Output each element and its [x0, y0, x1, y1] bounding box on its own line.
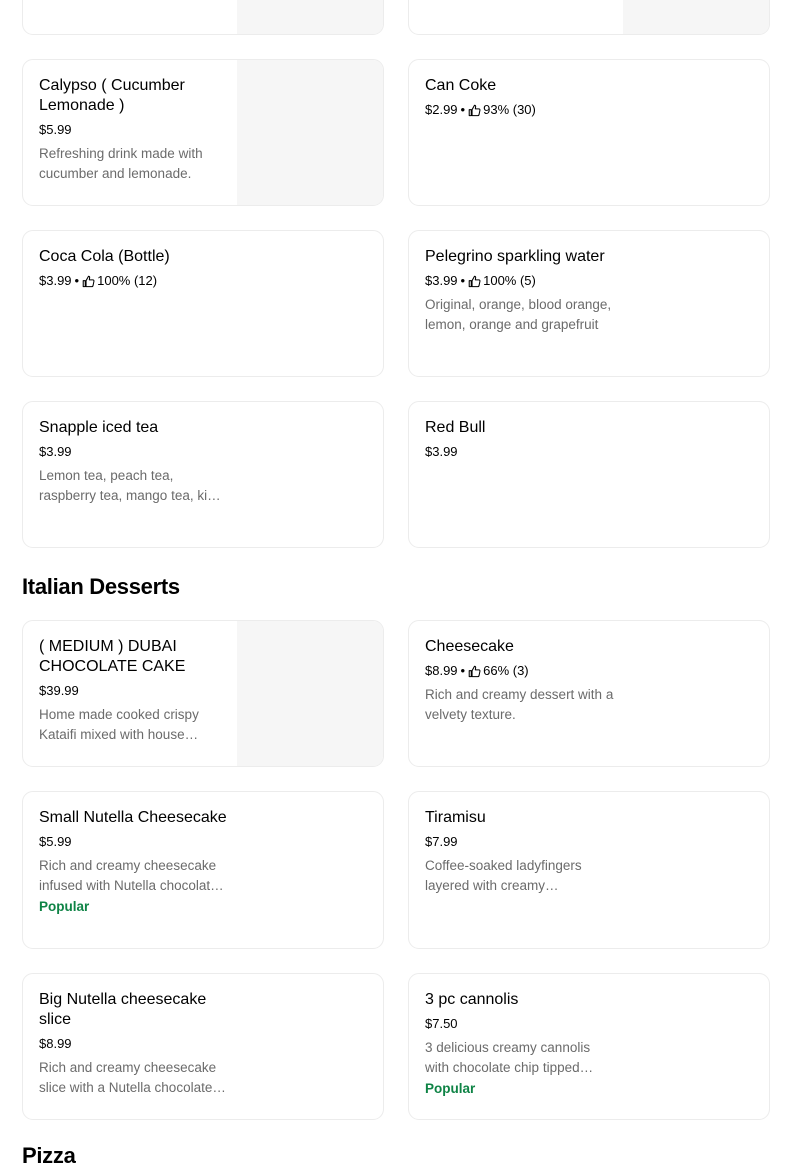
menu-item-card[interactable]: ( MEDIUM ) DUBAI CHOCOLATE CAKE $39.99 H…: [22, 620, 384, 767]
menu-item-card[interactable]: Calypso ( Cucumber Lemonade ) $5.99 Refr…: [22, 59, 384, 206]
item-name: Can Coke: [425, 77, 497, 94]
menu-item-card[interactable]: Pelegrino sparkling water $3.99 • 100% (…: [408, 230, 770, 377]
item-price: $3.99: [39, 273, 72, 288]
item-price: $5.99: [39, 834, 72, 849]
separator: •: [460, 273, 466, 288]
menu-item-card[interactable]: [408, 0, 770, 35]
item-name: Red Bull: [425, 419, 486, 436]
item-description: Lemon tea, peach tea, raspberry tea, man…: [39, 468, 220, 503]
menu-item-card[interactable]: Tiramisu $7.99 Coffee-soaked ladyfingers…: [408, 791, 770, 949]
item-price: $3.99: [425, 273, 458, 288]
item-price: $2.99: [425, 102, 458, 117]
item-description: Rich and creamy cheesecake slice with a …: [39, 1060, 217, 1095]
item-price: $5.99: [39, 122, 72, 137]
item-image: [623, 0, 769, 34]
separator: •: [74, 273, 80, 288]
popular-badge: Popular: [39, 899, 90, 914]
menu-item-card[interactable]: Cheesecake $8.99 • 66% (3) Rich and crea…: [408, 620, 770, 767]
item-description: Refreshing drink made with cucumber and …: [39, 146, 203, 181]
item-name: Big Nutella cheesecake slice: [39, 991, 207, 1028]
item-name: 3 pc cannolis: [425, 991, 519, 1008]
item-price: $3.99: [425, 444, 458, 459]
menu-item-card[interactable]: Snapple iced tea $3.99 Lemon tea, peach …: [22, 401, 384, 548]
thumbs-up-icon: [82, 275, 95, 287]
item-description: 3 delicious creamy cannolis with chocola…: [425, 1040, 591, 1075]
item-description: Rich and creamy cheesecake infused with …: [39, 858, 218, 893]
separator: •: [460, 102, 466, 117]
item-name: Calypso ( Cucumber Lemonade ): [39, 77, 185, 114]
item-description: Rich and creamy dessert with a velvety t…: [425, 687, 614, 722]
item-description: Home made cooked crispy Kataifi mixed wi…: [39, 707, 199, 742]
menu-item-card[interactable]: 3 pc cannolis $7.50 3 delicious creamy c…: [408, 973, 770, 1120]
popular-badge: Popular: [425, 1081, 476, 1096]
separator: •: [460, 663, 466, 678]
item-description: Original, orange, blood orange, lemon, o…: [425, 297, 612, 332]
item-price: $8.99: [39, 1036, 72, 1051]
item-name: Coca Cola (Bottle): [39, 248, 170, 265]
item-rating: 100% (12): [97, 273, 158, 288]
item-price: $8.99: [425, 663, 458, 678]
thumbs-up-icon: [468, 275, 481, 287]
item-image: [237, 621, 383, 766]
item-name: ( MEDIUM ) DUBAI CHOCOLATE CAKE: [39, 638, 186, 675]
item-price: $7.99: [425, 834, 458, 849]
item-price: $39.99: [39, 683, 79, 698]
item-name: Snapple iced tea: [39, 419, 159, 436]
menu-item-card[interactable]: Can Coke $2.99 • 93% (30): [408, 59, 770, 206]
item-image: [237, 0, 383, 34]
item-rating: 66% (3): [483, 663, 529, 678]
section-title: Pizza: [22, 1143, 76, 1165]
item-rating: 100% (5): [483, 273, 536, 288]
menu-item-card[interactable]: Red Bull $3.99: [408, 401, 770, 548]
item-name: Tiramisu: [425, 809, 486, 826]
menu-item-card[interactable]: [22, 0, 384, 35]
menu-item-card[interactable]: Small Nutella Cheesecake $5.99 Rich and …: [22, 791, 384, 949]
item-description: Coffee-soaked ladyfingers layered with c…: [425, 858, 582, 893]
thumbs-up-icon: [468, 104, 481, 116]
item-image: [237, 60, 383, 205]
menu-item-card[interactable]: Coca Cola (Bottle) $3.99 • 100% (12): [22, 230, 384, 377]
section-title: Italian Desserts: [22, 574, 180, 599]
menu-item-card[interactable]: Big Nutella cheesecake slice $8.99 Rich …: [22, 973, 384, 1120]
item-price: $3.99: [39, 444, 72, 459]
item-name: Small Nutella Cheesecake: [39, 809, 227, 826]
item-price: $7.50: [425, 1016, 458, 1031]
item-name: Cheesecake: [425, 638, 514, 655]
item-name: Pelegrino sparkling water: [425, 248, 605, 265]
item-rating: 93% (30): [483, 102, 536, 117]
thumbs-up-icon: [468, 665, 481, 677]
